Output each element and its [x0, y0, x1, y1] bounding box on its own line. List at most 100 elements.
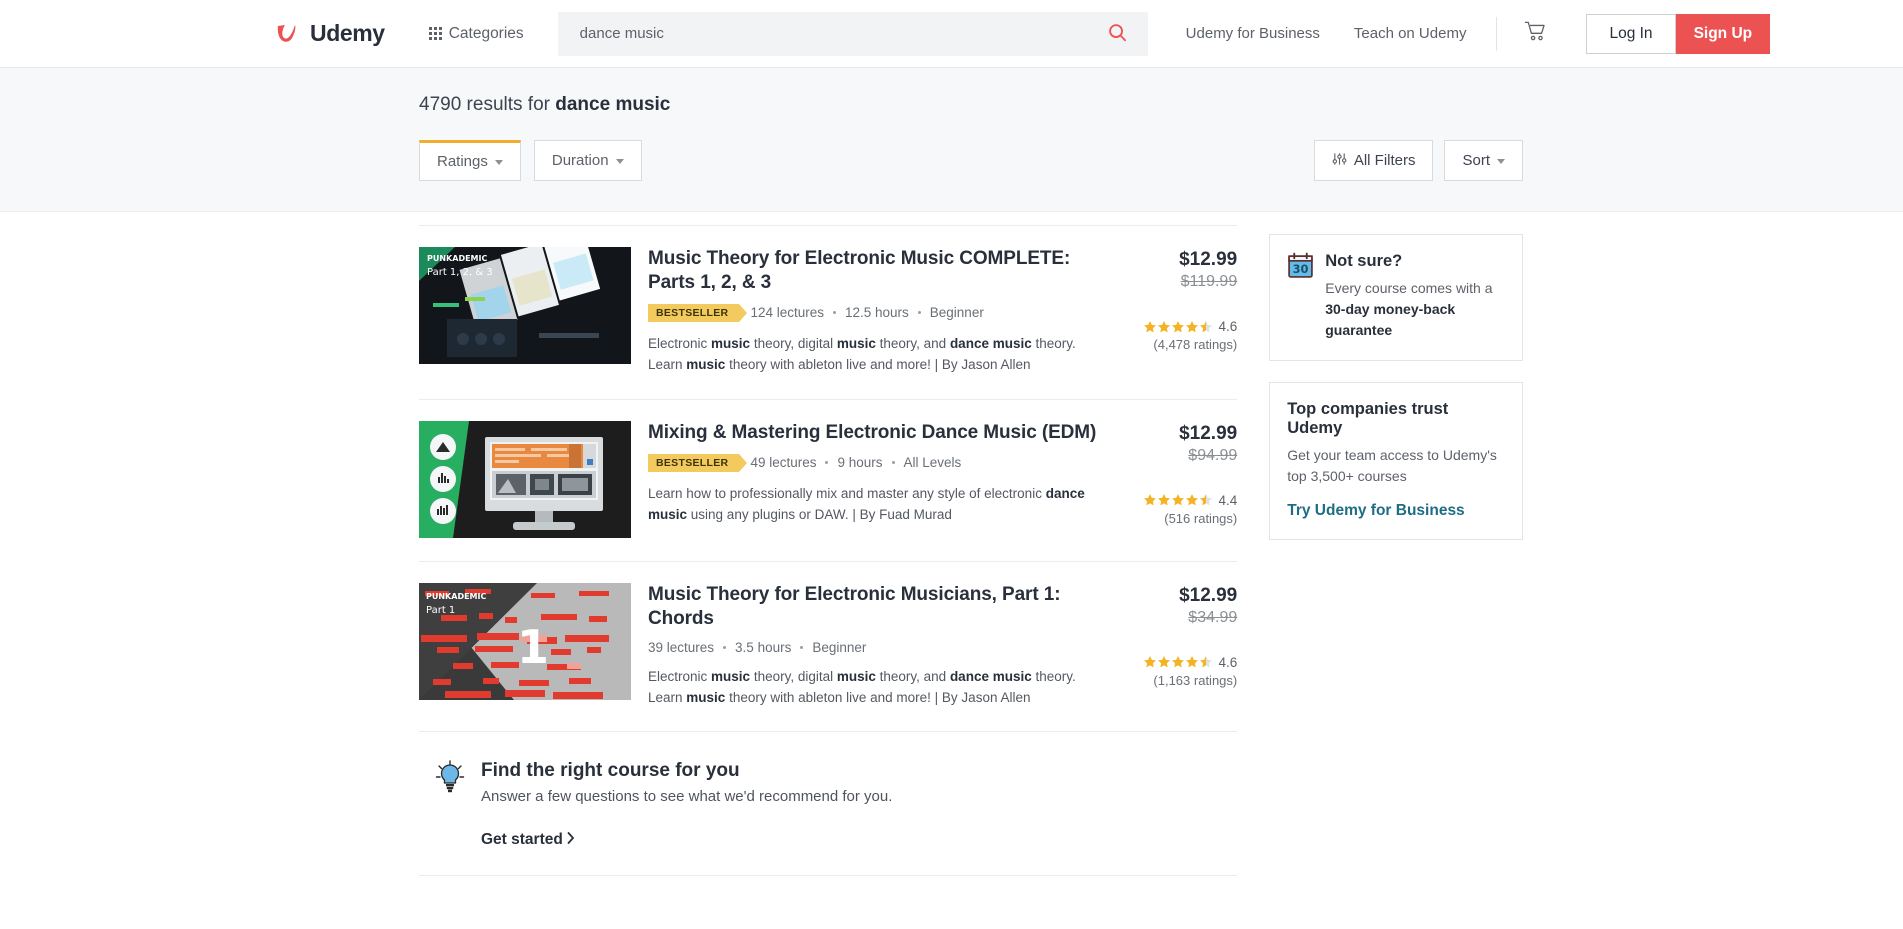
course-lectures: 39 lectures — [648, 639, 715, 655]
cart-button[interactable] — [1523, 19, 1548, 49]
rating-value: 4.6 — [1218, 654, 1238, 670]
rating-value: 4.4 — [1218, 492, 1238, 508]
daw-monitor-image — [419, 420, 631, 538]
search-input[interactable] — [579, 25, 1106, 42]
course-price: $12.99 — [1179, 584, 1238, 606]
meta-dot — [825, 461, 829, 465]
course-title[interactable]: Music Theory for Electronic Music COMPLE… — [648, 247, 1100, 295]
meta-dot — [832, 311, 836, 315]
course-duration: 3.5 hours — [735, 639, 792, 655]
course-duration: 12.5 hours — [844, 305, 909, 321]
course-lectures: 49 lectures — [750, 455, 817, 471]
course-price-block: $12.99 $119.99 4.6 (4,478 ratings) — [1112, 247, 1237, 376]
login-button[interactable]: Log In — [1586, 13, 1676, 54]
get-started-link[interactable]: Get started — [481, 831, 575, 849]
business-card-text: Get your team access to Udemy's top 3,50… — [1287, 447, 1497, 484]
rating-count: (4,478 ratings) — [1153, 337, 1238, 352]
meta-dot — [917, 311, 921, 315]
get-started-label: Get started — [481, 831, 563, 849]
svg-text:Part 1, 2, & 3: Part 1, 2, & 3 — [427, 267, 493, 278]
nav-udemy-for-business[interactable]: Udemy for Business — [1186, 25, 1320, 42]
bestseller-badge: BESTSELLER — [648, 453, 748, 472]
guarantee-card: 30 Not sure? Every course comes with a 3… — [1269, 234, 1523, 361]
course-rating: 4.6 — [1112, 319, 1237, 334]
udemy-logo[interactable]: Udemy — [272, 19, 385, 49]
signup-button[interactable]: Sign Up — [1675, 13, 1771, 54]
meta-dot — [891, 461, 895, 465]
filter-ratings-button[interactable]: Ratings — [419, 140, 521, 181]
results-list: PUNKADEMIC Part 1, 2, & 3 Music Theory f… — [419, 212, 1238, 877]
course-info: Mixing & Mastering Electronic Dance Musi… — [631, 421, 1112, 538]
lightbulb-icon — [435, 760, 465, 849]
course-price: $12.99 — [1179, 422, 1238, 444]
course-level: Beginner — [812, 639, 867, 655]
filter-band: 4790 results for dance music Ratings Dur… — [0, 68, 1903, 212]
chevron-down-icon — [1497, 159, 1505, 164]
shopping-cart-icon — [1523, 19, 1548, 49]
all-filters-button[interactable]: All Filters — [1313, 140, 1434, 181]
course-lectures: 124 lectures — [750, 305, 824, 321]
find-course-title: Find the right course for you — [481, 760, 740, 782]
search-button[interactable] — [1106, 22, 1130, 46]
course-level: Beginner — [929, 305, 984, 321]
course-description: Electronic music theory, digital music t… — [648, 668, 1076, 705]
find-course-body: Find the right course for you Answer a f… — [481, 760, 892, 849]
course-title[interactable]: Mixing & Mastering Electronic Dance Musi… — [648, 421, 1100, 445]
all-filters-label: All Filters — [1353, 152, 1416, 169]
filter-dropdowns: Ratings Duration — [419, 140, 642, 181]
sidebar: 30 Not sure? Every course comes with a 3… — [1269, 212, 1523, 876]
filter-ratings-label: Ratings — [437, 153, 488, 170]
find-course-section: Find the right course for you Answer a f… — [419, 732, 1237, 875]
svg-text:PUNKADEMIC: PUNKADEMIC — [426, 592, 486, 601]
guarantee-text: Every course comes with a 30-day money-b… — [1325, 280, 1493, 338]
course-card[interactable]: PUNKADEMIC Part 1 1 Music Theory for Ele… — [419, 562, 1237, 732]
results-query: dance music — [555, 94, 671, 115]
header-divider — [1496, 16, 1498, 51]
synth-keyboard-image: PUNKADEMIC Part 1, 2, & 3 — [419, 247, 631, 364]
course-title[interactable]: Music Theory for Electronic Musicians, P… — [648, 583, 1100, 631]
categories-label: Categories — [448, 24, 524, 42]
svg-text:Part 1: Part 1 — [426, 605, 455, 616]
course-rating: 4.4 — [1112, 493, 1237, 508]
svg-text:PUNKADEMIC: PUNKADEMIC — [427, 254, 487, 263]
course-info: Music Theory for Electronic Music COMPLE… — [631, 247, 1112, 376]
udemy-logo-text: Udemy — [310, 20, 385, 46]
filter-actions: All Filters Sort — [1313, 140, 1523, 181]
course-meta: BESTSELLER 49 lectures 9 hours All Level… — [648, 453, 1100, 472]
star-rating-icon — [1143, 655, 1213, 669]
course-info: Music Theory for Electronic Musicians, P… — [631, 583, 1112, 709]
try-udemy-business-link[interactable]: Try Udemy for Business — [1287, 502, 1504, 520]
course-card[interactable]: Mixing & Mastering Electronic Dance Musi… — [419, 400, 1237, 561]
course-rating: 4.6 — [1112, 655, 1237, 670]
filter-row: Ratings Duration All Filters Sort — [419, 140, 1523, 181]
course-description: Learn how to professionally mix and mast… — [648, 485, 1085, 522]
sort-button[interactable]: Sort — [1444, 140, 1523, 181]
course-thumbnail: PUNKADEMIC Part 1, 2, & 3 — [419, 247, 631, 364]
sliders-icon — [1332, 152, 1347, 170]
course-thumbnail — [419, 420, 631, 538]
course-thumbnail: PUNKADEMIC Part 1 1 — [419, 582, 631, 700]
calendar-30-icon: 30 — [1287, 252, 1314, 341]
list-divider — [419, 875, 1238, 877]
meta-dot — [723, 645, 727, 649]
grid-icon — [428, 27, 442, 40]
course-meta: 39 lectures 3.5 hours Beginner — [648, 640, 1100, 655]
site-header: Udemy Categories Udemy for Business Teac… — [0, 0, 1903, 68]
filter-duration-button[interactable]: Duration — [533, 140, 642, 181]
guarantee-title: Not sure? — [1325, 252, 1403, 270]
bestseller-badge: BESTSELLER — [648, 303, 748, 322]
course-price: $12.99 — [1179, 249, 1238, 270]
course-level: All Levels — [903, 455, 962, 471]
chevron-right-icon — [567, 831, 575, 849]
course-original-price: $119.99 — [1180, 273, 1238, 290]
course-original-price: $34.99 — [1188, 608, 1238, 626]
search-bar[interactable] — [557, 11, 1148, 56]
nav-teach-on-udemy[interactable]: Teach on Udemy — [1354, 25, 1467, 42]
main-content: PUNKADEMIC Part 1, 2, & 3 Music Theory f… — [380, 212, 1523, 877]
filter-duration-label: Duration — [551, 152, 609, 169]
categories-menu[interactable]: Categories — [428, 24, 524, 43]
piano-roll-image: PUNKADEMIC Part 1 1 — [419, 582, 631, 700]
find-course-subtitle: Answer a few questions to see what we'd … — [481, 788, 893, 806]
course-card[interactable]: PUNKADEMIC Part 1, 2, & 3 Music Theory f… — [419, 226, 1237, 399]
meta-dot — [800, 645, 804, 649]
